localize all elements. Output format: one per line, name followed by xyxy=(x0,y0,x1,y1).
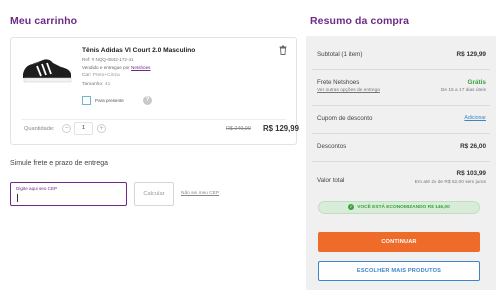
seller-link[interactable]: Netshoes xyxy=(131,65,150,70)
divider xyxy=(312,105,490,106)
gift-checkbox[interactable] xyxy=(82,96,91,105)
total-label: Valor total xyxy=(317,177,345,184)
color-label: Cor: xyxy=(82,73,92,78)
no-cep-link[interactable]: Não sei meu CEP xyxy=(181,191,219,196)
cart-item-card: Tênis Adidas Vl Court 2.0 Masculino Ref:… xyxy=(10,37,299,145)
item-price: R$ 129,99 xyxy=(263,124,299,133)
choose-more-products-button[interactable]: ESCOLHER MAIS PRODUTOS xyxy=(318,261,480,281)
product-image[interactable] xyxy=(21,52,73,86)
cart-title: Meu carrinho xyxy=(10,15,78,27)
installments-info: Em até 2x de R$ 52,00 sem juros xyxy=(414,180,486,185)
summary-title: Resumo da compra xyxy=(310,15,410,27)
quantity-label: Quantidade: xyxy=(24,126,55,132)
subtotal-value: R$ 129,99 xyxy=(456,51,487,58)
savings-text: VOCÊ ESTÁ ECONOMIZANDO R$ 146,00 xyxy=(357,205,450,210)
old-price: R$ 249,99 xyxy=(226,126,251,132)
help-icon[interactable]: ? xyxy=(143,96,152,105)
total-value: R$ 103,99 xyxy=(456,170,487,177)
size-label: Tamanho: xyxy=(82,82,104,87)
discounts-row: Descontos R$ 26,00 xyxy=(317,143,486,153)
subtotal-row: Subtotal (1 item) R$ 129,99 xyxy=(317,51,486,61)
shipping-days: De 15 a 17 dias úteis xyxy=(440,88,486,93)
savings-badge: ✓ VOCÊ ESTÁ ECONOMIZANDO R$ 146,00 xyxy=(318,201,480,214)
divider xyxy=(312,69,490,70)
shipping-row: Frete Netshoes Grátis Ver outras opções … xyxy=(317,79,486,99)
other-shipping-link[interactable]: Ver outras opções de entrega xyxy=(317,88,380,93)
order-summary-panel: Subtotal (1 item) R$ 129,99 Frete Netsho… xyxy=(306,36,496,290)
quantity-decrease-button[interactable]: − xyxy=(62,124,71,133)
divider xyxy=(312,133,490,134)
shipping-title: Simule frete e prazo de entrega xyxy=(10,160,109,167)
gift-label: Para presente xyxy=(95,98,124,103)
calculate-button[interactable]: Calcular xyxy=(134,182,174,206)
discounts-label: Descontos xyxy=(317,143,347,150)
quantity-input[interactable]: 1 xyxy=(74,122,93,135)
cep-input[interactable]: Digite aqui seu CEP xyxy=(10,182,127,206)
check-icon: ✓ xyxy=(348,203,355,210)
card-divider xyxy=(21,119,286,120)
subtotal-label: Subtotal (1 item) xyxy=(317,51,363,58)
total-row: Valor total R$ 103,99 Em até 2x de R$ 52… xyxy=(317,170,486,192)
product-color: Cor: Preto+Cinza xyxy=(82,73,120,78)
color-value: Preto+Cinza xyxy=(92,73,120,78)
coupon-label: Cupom de desconto xyxy=(317,115,373,122)
cep-placeholder: Digite aqui seu CEP xyxy=(16,186,58,191)
coupon-row: Cupom de desconto Adicionar xyxy=(317,115,486,125)
shipping-value: Grátis xyxy=(467,79,486,86)
product-seller: Vendido e entregue por Netshoes xyxy=(82,65,150,70)
product-size: Tamanho: 41 xyxy=(82,82,110,87)
add-coupon-link[interactable]: Adicionar xyxy=(464,115,486,121)
shipping-label: Frete Netshoes xyxy=(317,79,360,86)
seller-prefix: Vendido e entregue por xyxy=(82,65,130,70)
product-name[interactable]: Tênis Adidas Vl Court 2.0 Masculino xyxy=(82,47,195,54)
discounts-value: R$ 26,00 xyxy=(460,143,486,150)
continue-button[interactable]: CONTINUAR xyxy=(318,232,480,252)
trash-icon[interactable] xyxy=(279,45,287,55)
product-ref: Ref: # NQQ-0842-172-41 xyxy=(82,57,134,62)
divider xyxy=(312,161,490,162)
text-caret xyxy=(17,194,18,202)
size-value: 41 xyxy=(104,82,111,87)
quantity-increase-button[interactable]: + xyxy=(97,124,106,133)
